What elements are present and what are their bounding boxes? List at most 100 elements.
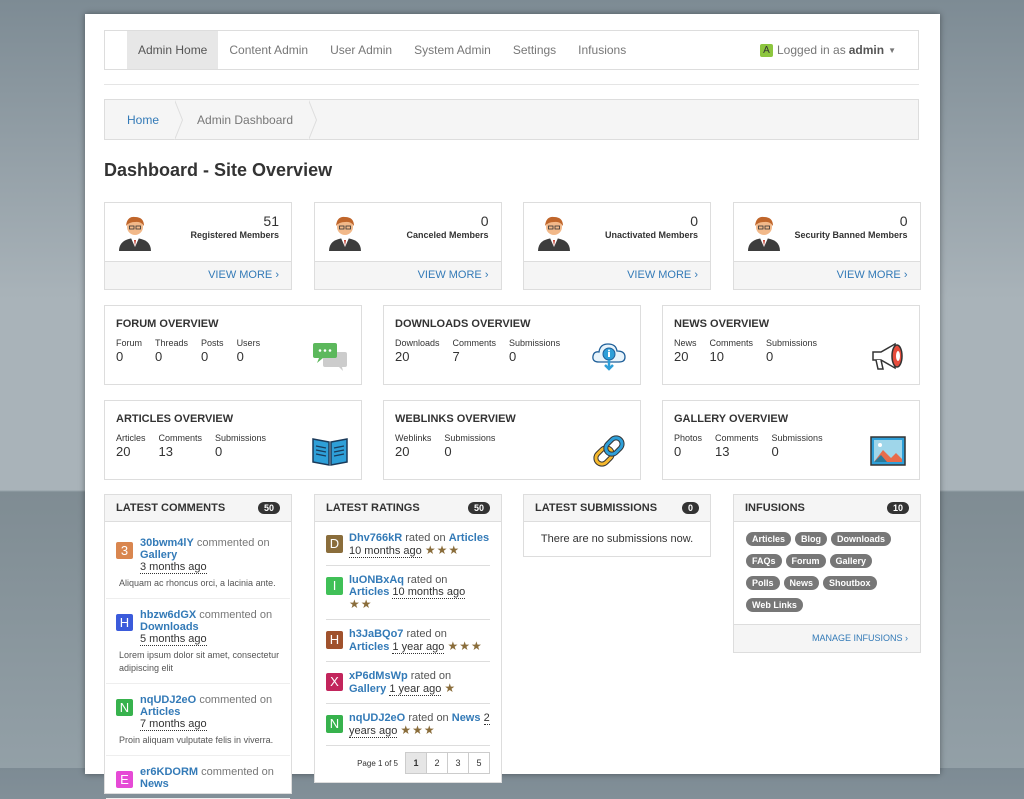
comment-target-link[interactable]: Gallery (140, 549, 177, 561)
member-stat-card: 51 Registered Members VIEW MORE › (104, 202, 292, 290)
breadcrumb-home-link[interactable]: Home (105, 99, 184, 140)
infusion-tag[interactable]: Polls (746, 576, 780, 590)
rating-user-link[interactable]: h3JaBQo7 (349, 628, 403, 640)
manage-infusions-link[interactable]: MANAGE INFUSIONS › (734, 624, 920, 652)
stat-label: Downloads (395, 338, 440, 348)
latest-ratings-panel: LATEST RATINGS 50 D Dhv766kR rated on Arti… (314, 494, 502, 783)
comment-user-link[interactable]: 30bwm4lY (140, 537, 194, 549)
infusion-tag[interactable]: Shoutbox (823, 576, 877, 590)
caret-down-icon: ▼ (888, 45, 896, 55)
stat-label: Articles (116, 433, 146, 443)
megaphone-icon (869, 340, 907, 372)
overview-stats: News 20 Comments 10 Submissions 0 (674, 338, 830, 364)
overview-title: NEWS OVERVIEW (674, 318, 770, 330)
rating-item: D Dhv766kR rated on Articles 10 months ag… (326, 524, 490, 566)
overview-card: WEBLINKS OVERVIEW Weblinks 20 Submissions 0 (383, 400, 641, 480)
star-rating-icon: ★★ (349, 597, 373, 611)
stat-label: Submissions (509, 338, 561, 348)
comment-target-link[interactable]: Articles (140, 706, 180, 718)
rating-target-link[interactable]: Articles (349, 641, 389, 653)
rating-body: xP6dMsWp rated on Gallery 1 year ago ★ (349, 670, 490, 696)
stat-column: Threads 0 (155, 338, 188, 364)
comment-body: hbzw6dGX commented on Downloads 5 months a… (119, 609, 280, 675)
page-button-5[interactable]: 5 (468, 752, 490, 774)
stat-column: Comments 13 (159, 433, 203, 459)
rating-body: h3JaBQo7 rated on Articles 1 year ago ★★… (349, 628, 490, 654)
count-badge: 0 (681, 502, 699, 514)
rating-item: XxP6dMsWp rated on Gallery 1 year ago ★ (326, 662, 490, 704)
rating-user-link[interactable]: xP6dMsWp (349, 670, 408, 682)
rating-target-link[interactable]: News (452, 712, 481, 724)
chevron-right-icon: › (905, 633, 908, 643)
stat-label: Submissions (766, 338, 818, 348)
nav-item-infusions[interactable]: Infusions (567, 31, 637, 69)
user-menu[interactable]: A Logged in as admin ▼ (760, 43, 896, 57)
page-button-3[interactable]: 3 (447, 752, 469, 774)
nav-item-content-admin[interactable]: Content Admin (218, 31, 319, 69)
top-navbar: Admin Home Content Admin User Admin System … (104, 30, 919, 70)
nav-item-settings[interactable]: Settings (502, 31, 567, 69)
comment-user-link[interactable]: hbzw6dGX (140, 609, 196, 621)
stat-label: Comments (158, 433, 203, 443)
stat-label: Weblinks (395, 433, 432, 443)
comment-body: er6KDORM commented on News (140, 766, 280, 790)
infusion-tag[interactable]: Blog (795, 532, 828, 546)
stat-label: Forum (116, 338, 143, 348)
stat-column: Posts 0 (201, 338, 224, 364)
nav-item-admin-home[interactable]: Admin Home (127, 31, 219, 69)
overview-stats: Articles 20 Comments 13 Submissions 0 (116, 433, 279, 459)
stat-column: Articles 20 (116, 433, 146, 459)
stat-value: 0 (509, 349, 517, 364)
infusion-tag[interactable]: Articles (746, 532, 792, 546)
overview-title: GALLERY OVERVIEW (674, 413, 789, 425)
member-stat-card: 0 Security Banned Members VIEW MORE › (732, 202, 921, 290)
nav-item-user-admin[interactable]: User Admin (319, 31, 403, 69)
view-more-link[interactable]: VIEW MORE › (524, 261, 710, 289)
book-icon (311, 435, 349, 467)
user-letter-avatar: N (116, 699, 133, 716)
overview-card: NEWS OVERVIEW News 20 Comments 10 Submissions… (662, 305, 920, 385)
stat-column: Users 0 (237, 338, 261, 364)
user-avatar-icon: A (760, 43, 773, 57)
infusion-tag[interactable]: FAQs (746, 554, 782, 568)
comment-user-link[interactable]: nqUDJ2eO (140, 694, 196, 706)
rating-target-link[interactable]: Gallery (349, 683, 386, 695)
stat-column: Forum 0 (116, 338, 142, 364)
comment-target-link[interactable]: Downloads (140, 621, 199, 633)
stat-value: 0 (771, 444, 779, 459)
view-more-link[interactable]: VIEW MORE › (105, 261, 291, 289)
rating-user-link[interactable]: luONBxAq (349, 574, 404, 586)
stat-column: Downloads 20 (395, 338, 440, 364)
stat-value: 20 (395, 444, 410, 459)
count-badge: 10 (886, 502, 909, 514)
infusion-tag[interactable]: News (783, 576, 820, 590)
infusion-tag[interactable]: Gallery (829, 554, 873, 568)
page-button-1[interactable]: 1 (405, 752, 427, 774)
nav-item-system-admin[interactable]: System Admin (403, 31, 502, 69)
picture-icon (869, 435, 907, 467)
star-rating-icon: ★★★ (447, 639, 483, 653)
user-letter-avatar: 3 (116, 542, 133, 559)
view-more-label: VIEW MORE (836, 269, 901, 281)
view-more-link[interactable]: VIEW MORE › (314, 261, 501, 289)
rating-time: 1 year ago (392, 641, 445, 654)
view-more-link[interactable]: VIEW MORE › (733, 261, 920, 289)
infusion-tag[interactable]: Forum (785, 554, 826, 568)
rating-user-link[interactable]: nqUDJ2eO (349, 712, 405, 724)
rating-item: IluONBxAq rated on Articles 10 months ag… (326, 566, 490, 620)
star-rating-icon: ★★★ (400, 723, 436, 737)
stat-label: Comments (452, 338, 497, 348)
member-label: Canceled Members (406, 230, 489, 240)
stat-column: Comments 13 (715, 433, 759, 459)
infusion-tag[interactable]: Downloads (831, 532, 892, 546)
rating-item: Hh3JaBQo7 rated on Articles 1 year ago ★… (326, 620, 490, 662)
comment-target-link[interactable]: News (140, 778, 169, 790)
infusion-tag[interactable]: Web Links (746, 598, 803, 612)
user-avatar-icon (536, 213, 572, 251)
user-letter-avatar: X (326, 673, 343, 691)
stat-label: News (674, 338, 697, 348)
rating-user-link[interactable]: Dhv766kR (349, 532, 402, 544)
empty-message: There are no submissions now. (540, 533, 694, 545)
chevron-right-icon: › (900, 269, 908, 281)
page-button-2[interactable]: 2 (426, 752, 448, 774)
